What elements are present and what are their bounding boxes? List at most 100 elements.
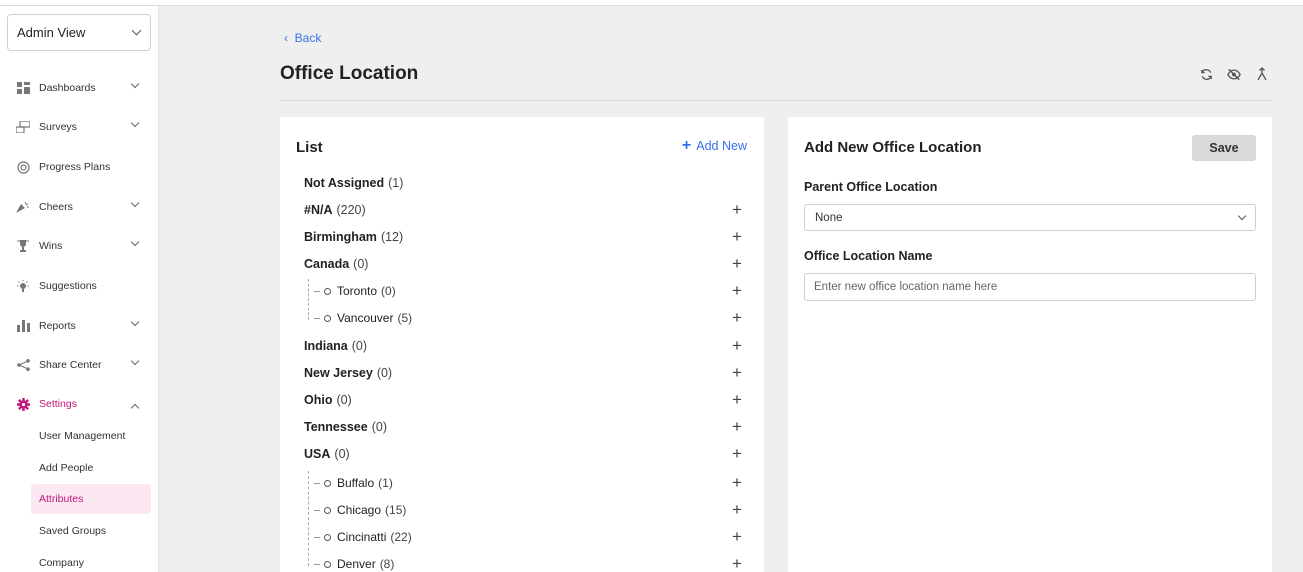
add-child-plus-icon[interactable]: + [730,255,744,272]
sidebar-subitem-add-people[interactable]: Add People [31,453,151,483]
sidebar-subitem-label: Add People [39,462,94,474]
tree-child-item[interactable]: Chicago (15) + [304,500,744,520]
share-icon [16,358,30,372]
add-child-plus-icon[interactable]: + [730,445,744,462]
sidebar-subitem-company[interactable]: Company [31,548,151,572]
location-name-label: Office Location Name [804,249,933,263]
tree-item[interactable]: Not Assigned (1) [304,173,744,193]
tree-child-item[interactable]: Denver (8) + [304,554,744,572]
item-name: Vancouver [337,311,394,325]
trophy-icon [16,239,30,253]
item-name: Ohio [304,393,333,407]
item-count: (22) [390,530,412,544]
sidebar-item-cheers[interactable]: Cheers [0,192,159,222]
parent-location-select[interactable]: None [804,204,1256,231]
sidebar-item-settings[interactable]: Settings [0,389,159,419]
sidebar-item-label: Settings [39,398,77,410]
add-child-plus-icon[interactable]: + [730,228,744,245]
back-label: Back [294,31,322,45]
lightbulb-icon [16,279,30,293]
sidebar-item-dashboards[interactable]: Dashboards [0,73,159,103]
chevron-left-icon: ‹ [284,31,288,45]
sidebar-item-label: Progress Plans [39,161,111,173]
item-count: (12) [380,230,404,244]
header-actions [1199,67,1269,81]
item-name: Not Assigned [304,176,385,190]
tree-item[interactable]: Birmingham (12) + [304,227,744,247]
back-link[interactable]: ‹ Back [284,31,321,45]
item-name: Canada [304,257,350,271]
sidebar-item-surveys[interactable]: Surveys [0,112,159,142]
sidebar-item-progress-plans[interactable]: Progress Plans [0,152,159,182]
item-count: (0) [336,393,352,407]
add-child-plus-icon[interactable]: + [730,418,744,435]
sidebar-item-label: Cheers [39,201,73,213]
tree-connector [314,563,320,565]
eye-off-icon[interactable] [1227,67,1241,81]
sidebar-subitem-label: Saved Groups [39,525,107,537]
top-bar [0,0,1303,6]
tree-connector [314,482,320,484]
item-count: (220) [336,203,366,217]
location-list-panel: List + Add New Not Assigned (1) #N/A (220) +… [280,117,764,572]
sidebar-item-label: Dashboards [39,82,96,94]
item-count: (0) [381,284,396,298]
sidebar-subitem-saved-groups[interactable]: Saved Groups [31,516,151,546]
sidebar-item-reports[interactable]: Reports [0,311,159,341]
circle-icon [324,314,331,322]
add-child-plus-icon[interactable]: + [730,474,744,491]
add-child-plus-icon[interactable]: + [730,337,744,354]
add-location-form: Add New Office Location Save Parent Offi… [788,117,1272,572]
add-child-plus-icon[interactable]: + [730,528,744,545]
save-button[interactable]: Save [1192,135,1256,161]
add-child-plus-icon[interactable]: + [730,201,744,218]
refresh-icon[interactable] [1199,67,1213,81]
sidebar-subitem-label: Company [39,557,84,569]
item-name: Denver [337,557,376,571]
item-count: (15) [385,503,407,517]
tree-child-item[interactable]: Buffalo (1) + [304,473,744,493]
add-child-plus-icon[interactable]: + [730,309,744,326]
item-count: (0) [353,257,369,271]
location-name-input[interactable] [804,273,1256,301]
sidebar-subitem-user-management[interactable]: User Management [31,421,151,451]
add-child-plus-icon[interactable]: + [730,501,744,518]
chevron-down-icon [130,356,140,366]
tree-item[interactable]: Tennessee (0) + [304,417,744,437]
merge-icon[interactable] [1255,67,1269,81]
add-new-button[interactable]: + Add New [682,138,747,154]
item-count: (1) [388,176,404,190]
circle-icon [324,560,331,568]
tree-child-item[interactable]: Toronto (0) + [304,281,744,301]
sidebar-item-suggestions[interactable]: Suggestions [0,271,159,301]
item-count: (0) [376,366,393,380]
sidebar-item-share-center[interactable]: Share Center [0,350,159,380]
item-name: #N/A [304,203,333,217]
tree-item[interactable]: #N/A (220) + [304,200,744,220]
view-select[interactable]: Admin View [7,14,151,51]
circle-icon [324,533,331,541]
item-name: Indiana [304,339,348,353]
add-new-label: Add New [696,139,747,153]
add-child-plus-icon[interactable]: + [730,555,744,572]
add-child-plus-icon[interactable]: + [730,391,744,408]
tree-item[interactable]: New Jersey (0) + [304,363,744,383]
tree-item[interactable]: Indiana (0) + [304,336,744,356]
tree-connector [314,536,320,538]
item-name: Tennessee [304,420,368,434]
tree-child-item[interactable]: Vancouver (5) + [304,308,744,328]
sidebar-item-wins[interactable]: Wins [0,231,159,261]
item-name: New Jersey [304,366,373,380]
tree-connector [314,509,320,511]
sidebar-subitem-label: Attributes [39,493,84,505]
tree-child-item[interactable]: Cincinatti (22) + [304,527,744,547]
add-child-plus-icon[interactable]: + [730,282,744,299]
tree-item[interactable]: USA (0) + [304,444,744,464]
sidebar-subitem-attributes[interactable]: Attributes [31,484,151,514]
add-child-plus-icon[interactable]: + [730,364,744,381]
item-count: (0) [334,447,350,461]
tree-item[interactable]: Ohio (0) + [304,390,744,410]
tree-guide-line [308,279,309,320]
item-name: USA [304,447,331,461]
tree-item[interactable]: Canada (0) + [304,254,744,274]
